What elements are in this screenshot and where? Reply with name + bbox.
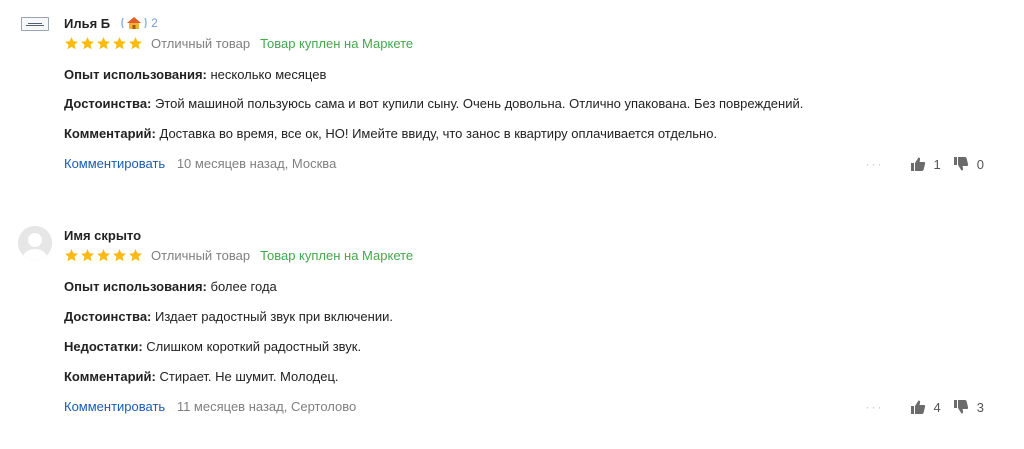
dislike-button[interactable]: 3 [953,399,984,415]
review-field: Достоинства: Издает радостный звук при в… [64,309,393,324]
field-value: Издает радостный звук при включении. [155,309,393,324]
star-icon [65,248,78,261]
rating-stars [64,248,143,263]
rating-text: Отличный товар [151,247,251,263]
avatar-card-icon [21,17,49,31]
dislikes-count: 0 [976,156,984,172]
field-value: Слишком короткий радостный звук. [146,339,362,354]
review-actions: ··· 4 3 [866,399,984,415]
field-label: Комментарий: [64,369,156,384]
star-icon [97,248,110,261]
author-name[interactable]: Имя скрыто [64,228,141,243]
field-value: Стирает. Не шумит. Молодец. [159,369,339,384]
dislike-button[interactable]: 0 [953,156,984,172]
bought-label: Товар куплен на Маркете [260,35,414,51]
rating-text: Отличный товар [151,35,251,51]
comment-button[interactable]: Комментировать [64,156,165,171]
field-label: Достоинства: [64,96,152,111]
likes-count: 4 [933,399,941,415]
like-button[interactable]: 1 [910,156,941,172]
field-label: Недостатки: [64,339,143,354]
star-icon [113,36,126,49]
field-label: Достоинства: [64,309,152,324]
field-label: Опыт использования: [64,67,207,82]
review-footer: Комментировать 11 месяцев назад, Сертоло… [64,399,1024,417]
star-icon [65,36,78,49]
field-value: несколько месяцев [210,67,327,82]
review-field: Достоинства: Этой машиной пользуюсь сама… [64,96,803,111]
field-value: более года [210,279,277,294]
avatar[interactable] [18,14,52,34]
review-field: Комментарий: Стирает. Не шумит. Молодец. [64,369,339,384]
star-icon [97,36,110,49]
bought-label: Товар куплен на Маркете [260,247,414,263]
likes-count: 1 [933,156,941,172]
field-value: Доставка во время, все ок, НО! Имейте вв… [159,126,718,141]
star-icon [81,248,94,261]
field-value: Этой машиной пользуюсь сама и вот купили… [155,96,804,111]
review-meta: 10 месяцев назад, Москва [176,156,337,171]
user-silhouette-icon [18,226,52,260]
comment-button[interactable]: Комментировать [64,399,165,414]
badge-count: 2 [151,16,158,30]
more-dots-icon[interactable]: ··· [866,400,884,414]
review-field: Комментарий: Доставка во время, все ок, … [64,126,717,141]
author-name[interactable]: Илья Б [64,16,110,31]
star-icon [129,248,142,261]
thumb-up-icon [910,157,925,171]
like-button[interactable]: 4 [910,399,941,415]
star-icon [129,36,142,49]
review-field: Опыт использования: несколько месяцев [64,67,326,82]
thumb-down-icon [953,157,968,171]
star-icon [113,248,126,261]
review-meta: 11 месяцев назад, Сертолово [176,399,357,414]
thumb-up-icon [910,400,925,414]
avatar[interactable] [18,226,52,260]
review-footer: Комментировать 10 месяцев назад, Москва … [64,156,1024,174]
house-badge-icon[interactable] [120,15,148,31]
review-actions: ··· 1 0 [866,156,984,172]
rating-stars [64,36,143,51]
field-label: Комментарий: [64,126,156,141]
field-label: Опыт использования: [64,279,207,294]
thumb-down-icon [953,400,968,414]
review-field: Недостатки: Слишком короткий радостный з… [64,339,361,354]
star-icon [81,36,94,49]
review-field: Опыт использования: более года [64,279,277,294]
dislikes-count: 3 [976,399,984,415]
more-dots-icon[interactable]: ··· [866,157,884,171]
